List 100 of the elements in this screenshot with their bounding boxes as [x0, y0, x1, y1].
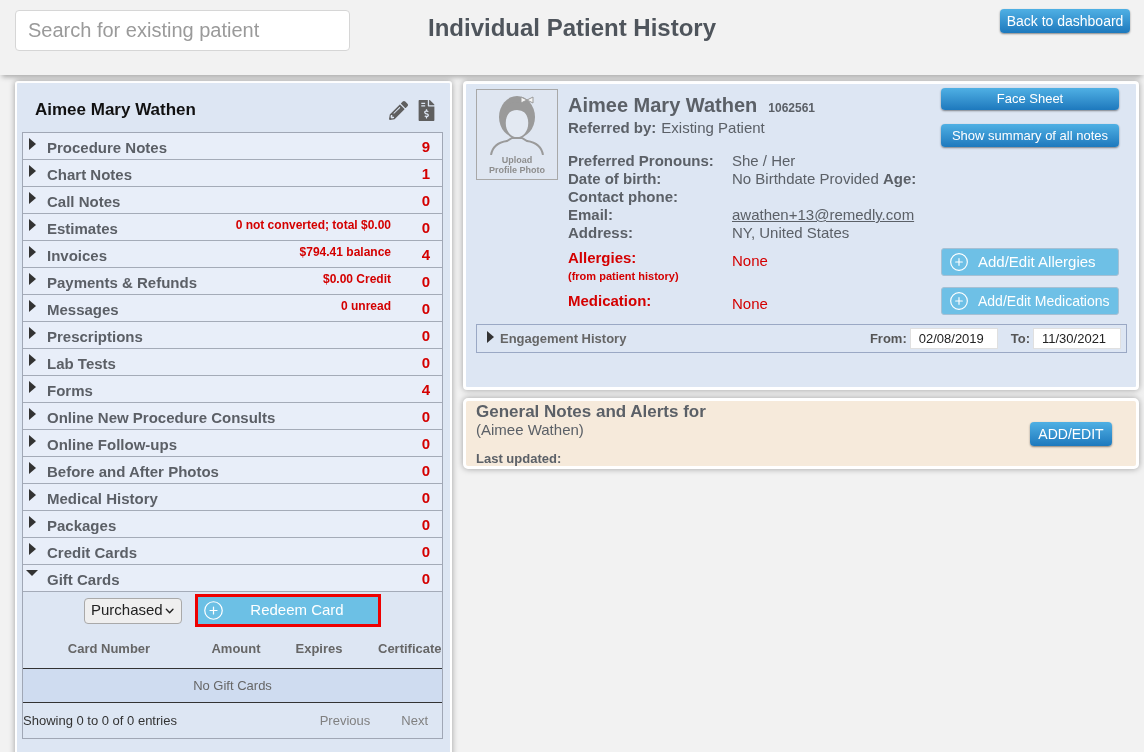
- section-label: Credit Cards: [47, 543, 139, 562]
- add-edit-notes-button[interactable]: ADD/EDIT: [1030, 422, 1112, 446]
- caret-right-icon[interactable]: [29, 408, 36, 420]
- pagination-link[interactable]: Previous: [319, 710, 371, 731]
- alert-value: None: [732, 252, 768, 269]
- section-count: 0: [421, 408, 430, 425]
- detail-label: Date of birth:: [568, 170, 663, 188]
- last-updated-label: Last updated:: [476, 452, 563, 466]
- section-count: 0: [421, 300, 430, 317]
- section-count: 0: [421, 489, 430, 506]
- patient-name: Aimee Mary Wathen: [35, 99, 197, 122]
- caret-right-icon[interactable]: [29, 516, 36, 528]
- back-to-dashboard-button[interactable]: Back to dashboard: [1000, 9, 1130, 33]
- section-label: Estimates: [47, 219, 119, 238]
- to-label: To:: [1010, 329, 1030, 348]
- section-label: Messages: [47, 300, 120, 319]
- table-info: Showing 0 to 0 of 0 entries: [23, 711, 177, 730]
- page-title: Individual Patient History: [427, 14, 716, 42]
- section-count: 9: [421, 138, 430, 155]
- caret-right-icon[interactable]: [29, 462, 36, 474]
- referred-by-label: Referred by:: [568, 119, 657, 137]
- section-label: Packages: [47, 516, 118, 535]
- caret-right-icon[interactable]: [29, 435, 36, 447]
- section-label: Payments & Refunds: [47, 273, 199, 292]
- plus-circle-icon: [203, 600, 224, 621]
- section-count: 0: [421, 192, 430, 209]
- caret-right-icon[interactable]: [29, 192, 36, 204]
- upload-photo-caption[interactable]: Upload Profile Photo: [489, 155, 545, 175]
- email-link[interactable]: awathen+13@remedly.com: [732, 206, 915, 223]
- section-label: Online New Procedure Consults: [47, 408, 277, 427]
- plus-circle-icon: [949, 252, 969, 272]
- column-header[interactable]: Expires: [295, 640, 343, 656]
- section-count: 0: [421, 219, 430, 236]
- caret-right-icon[interactable]: [29, 327, 36, 339]
- notes-title: General Notes and Alerts for: [476, 402, 707, 421]
- plus-circle-icon: [949, 291, 969, 311]
- section-label: Forms: [47, 381, 94, 400]
- caret-right-icon[interactable]: [29, 543, 36, 555]
- section-count: 0: [421, 327, 430, 344]
- patient-id: 1062561: [768, 100, 816, 117]
- notes-patient-name: (Aimee Wathen): [476, 421, 585, 438]
- photo-upload-box[interactable]: Upload Profile Photo: [476, 89, 558, 180]
- detail-label: Address:: [568, 224, 635, 242]
- section-summary: $0.00 Credit: [322, 271, 391, 286]
- caret-right-icon[interactable]: [29, 381, 36, 393]
- section-label: Invoices: [47, 246, 109, 265]
- section-label: Online Follow-ups: [47, 435, 178, 454]
- engagement-history-label: Engagement History: [500, 329, 627, 348]
- caret-down-icon[interactable]: [26, 570, 38, 576]
- section-count: 0: [421, 516, 430, 533]
- column-header[interactable]: Card Number: [67, 640, 151, 656]
- from-label: From:: [869, 329, 907, 348]
- section-count: 4: [421, 246, 430, 263]
- detail-value: No Birthdate Provided Age:: [732, 170, 917, 187]
- caret-right-icon[interactable]: [29, 273, 36, 285]
- alert-label: Allergies:: [568, 249, 638, 267]
- caret-right-icon[interactable]: [29, 219, 36, 231]
- alert-label: Medication:: [568, 292, 653, 310]
- profile-action-button[interactable]: Show summary of all notes: [941, 124, 1119, 147]
- profile-action-button[interactable]: Face Sheet: [941, 88, 1119, 110]
- section-label: Chart Notes: [47, 165, 133, 184]
- section-label: Call Notes: [47, 192, 122, 211]
- caret-right-icon[interactable]: [487, 331, 494, 343]
- section-label: Procedure Notes: [47, 138, 169, 157]
- caret-right-icon[interactable]: [29, 246, 36, 258]
- section-label: Before and After Photos: [47, 462, 220, 481]
- pencil-icon[interactable]: [389, 100, 408, 120]
- pagination-link[interactable]: Next: [401, 710, 428, 731]
- caret-right-icon[interactable]: [29, 489, 36, 501]
- referred-by-value: Existing Patient: [661, 119, 765, 137]
- section-summary: $794.41 balance: [299, 244, 391, 259]
- detail-value: NY, United States: [732, 224, 850, 241]
- profile-patient-name: Aimee Mary Wathen: [568, 93, 758, 117]
- detail-label: Preferred Pronouns:: [568, 152, 715, 170]
- section-count: 0: [421, 570, 430, 587]
- caret-right-icon[interactable]: [29, 165, 36, 177]
- caret-right-icon[interactable]: [29, 354, 36, 366]
- from-date-field[interactable]: 02/08/2019: [909, 328, 998, 349]
- caret-right-icon[interactable]: [29, 138, 36, 150]
- section-count: 0: [421, 435, 430, 452]
- search-field[interactable]: Search for existing patient: [15, 10, 350, 51]
- column-header[interactable]: Amount: [211, 640, 261, 656]
- section-count: 0: [421, 543, 430, 560]
- empty-table-message: No Gift Cards: [193, 676, 272, 695]
- section-count: 4: [421, 381, 430, 398]
- section-summary: 0 not converted; total $0.00: [235, 217, 391, 232]
- caret-right-icon[interactable]: [29, 300, 36, 312]
- invoice-dollar-icon[interactable]: [416, 99, 437, 121]
- detail-value: She / Her: [732, 152, 796, 169]
- alert-sublabel: (from patient history): [568, 269, 680, 283]
- column-header[interactable]: Certificate: [378, 640, 442, 656]
- section-count: 1: [421, 165, 430, 182]
- section-count: 0: [421, 354, 430, 371]
- section-count: 0: [421, 273, 430, 290]
- to-date-field[interactable]: 11/30/2021: [1033, 328, 1121, 349]
- alert-value: None: [732, 295, 768, 312]
- section-label: Lab Tests: [47, 354, 117, 373]
- filter-dropdown[interactable]: Purchased: [84, 597, 182, 624]
- engagement-history-bar[interactable]: Engagement History From: 02/08/2019 To: 11/30/2021: [476, 324, 1127, 353]
- detail-label: Email:: [568, 206, 614, 224]
